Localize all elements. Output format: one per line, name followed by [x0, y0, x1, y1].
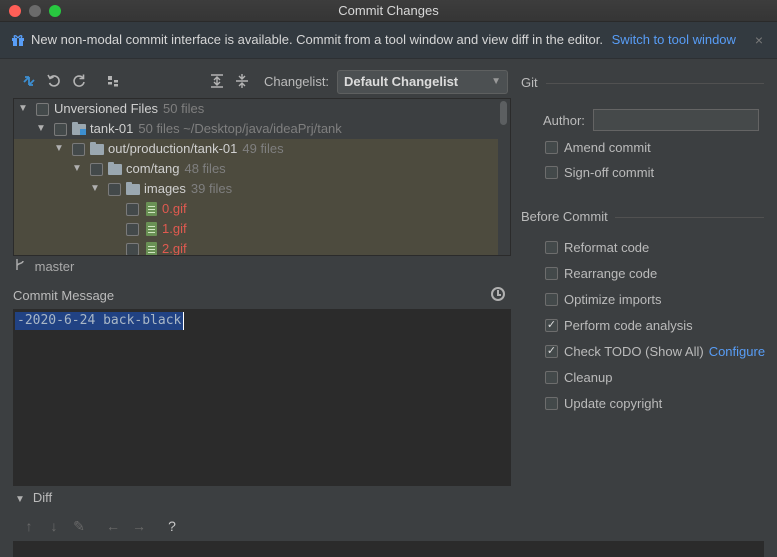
commit-message-input[interactable]: -2020-6-24 back-black: [13, 309, 511, 486]
tree-row-unversioned-files[interactable]: ▼ Unversioned Files 50 files: [14, 99, 498, 119]
expand-all-icon[interactable]: [208, 72, 226, 90]
commit-message-label: Commit Message: [13, 288, 115, 303]
cleanup-checkbox[interactable]: [545, 371, 558, 384]
amend-commit-checkbox[interactable]: [545, 141, 558, 154]
configure-link[interactable]: Configure: [709, 344, 765, 359]
update-copyright-checkbox[interactable]: [545, 397, 558, 410]
diff-label: Diff: [32, 490, 53, 505]
tree-row-file[interactable]: 2.gif: [14, 239, 498, 256]
tree-checkbox[interactable]: [126, 203, 139, 216]
tree-node-label: images 39 files: [144, 181, 233, 196]
tree-row-file[interactable]: 1.gif: [14, 219, 498, 239]
git-section-title: Git: [521, 75, 538, 90]
tree-node-label: out/production/tank-01 49 files: [108, 141, 284, 156]
arrow-up-icon[interactable]: ↑: [20, 518, 38, 534]
tree-node-label: tank-01 50 files ~/Desktop/java/ideaPrj/t…: [90, 121, 342, 136]
changelist-select[interactable]: Default Changelist ▼: [337, 70, 508, 94]
collapse-all-icon[interactable]: [233, 72, 251, 90]
tree-row-file[interactable]: 0.gif: [14, 199, 498, 219]
tree-node-label: 1.gif: [162, 221, 187, 236]
edit-icon[interactable]: ✎: [70, 518, 88, 535]
tree-row-out-production[interactable]: ▼ out/production/tank-01 49 files: [14, 139, 498, 159]
module-folder-icon: [72, 122, 86, 135]
check-todo-checkbox[interactable]: ✓: [545, 345, 558, 358]
rearrange-code-checkbox[interactable]: [545, 267, 558, 280]
close-icon[interactable]: ×: [755, 22, 763, 58]
tree-checkbox[interactable]: [72, 143, 85, 156]
tree-row-module[interactable]: ▼ tank-01 50 files ~/Desktop/java/ideaPrj…: [14, 119, 498, 139]
branch-icon: [16, 259, 24, 270]
commit-history-icon[interactable]: [491, 287, 505, 301]
folder-icon: [108, 162, 122, 175]
rollback-icon[interactable]: [45, 72, 63, 90]
tree-row-images[interactable]: ▼ images 39 files: [14, 179, 498, 199]
banner-message: New non-modal commit interface is availa…: [31, 32, 604, 47]
tree-node-label: 0.gif: [162, 201, 187, 216]
author-input[interactable]: [593, 109, 759, 131]
changes-toolbar: Changelist: Default Changelist ▼: [12, 68, 512, 96]
show-diff-icon[interactable]: [20, 72, 38, 90]
perform-code-analysis-checkbox[interactable]: ✓: [545, 319, 558, 332]
chevron-down-icon: ▼: [491, 76, 501, 87]
sign-off-commit-checkbox[interactable]: [545, 166, 558, 179]
tree-node-label: com/tang 48 files: [126, 161, 226, 176]
expand-triangle-icon[interactable]: ▼: [54, 139, 64, 159]
tree-checkbox[interactable]: [126, 243, 139, 255]
diff-section-header[interactable]: ▼ Diff: [15, 490, 52, 505]
close-window-button[interactable]: [9, 5, 21, 17]
section-divider: [615, 217, 764, 218]
reformat-code-checkbox[interactable]: [545, 241, 558, 254]
folder-icon: [90, 142, 104, 155]
branch-name: master: [34, 259, 75, 274]
notification-banner: New non-modal commit interface is availa…: [0, 22, 777, 59]
tree-checkbox[interactable]: [126, 223, 139, 236]
diff-viewer: [13, 541, 764, 557]
tree-node-label: 2.gif: [162, 241, 187, 256]
changes-tree: ▼ Unversioned Files 50 files ▼ tank-01 50 …: [13, 98, 511, 256]
commit-message-text: -2020-6-24 back-black: [15, 312, 185, 330]
before-commit-section-title: Before Commit: [521, 209, 608, 224]
refresh-icon[interactable]: [70, 72, 88, 90]
tree-checkbox[interactable]: [108, 183, 121, 196]
tree-row-com-tang[interactable]: ▼ com/tang 48 files: [14, 159, 498, 179]
arrow-down-icon[interactable]: ↓: [45, 518, 63, 534]
gif-file-icon: [146, 202, 157, 216]
folder-icon: [126, 182, 140, 195]
switch-to-tool-window-link[interactable]: Switch to tool window: [612, 32, 736, 47]
expand-triangle-icon[interactable]: ▼: [90, 179, 100, 199]
tree-checkbox[interactable]: [36, 103, 49, 116]
optimize-imports-checkbox[interactable]: [545, 293, 558, 306]
tree-scrollbar[interactable]: [500, 101, 507, 125]
collapse-triangle-icon[interactable]: ▼: [15, 494, 25, 505]
window-title: Commit Changes: [338, 3, 439, 18]
expand-triangle-icon[interactable]: ▼: [18, 99, 28, 119]
branch-indicator: master: [15, 258, 74, 274]
changelist-label: Changelist:: [264, 74, 330, 89]
gif-file-icon: [146, 222, 157, 236]
section-divider: [546, 83, 764, 84]
title-bar: Commit Changes: [0, 0, 777, 22]
group-by-icon[interactable]: [104, 72, 122, 90]
tree-checkbox[interactable]: [90, 163, 103, 176]
tree-node-label: Unversioned Files 50 files: [54, 101, 205, 116]
expand-triangle-icon[interactable]: ▼: [72, 159, 82, 179]
gift-icon: [12, 35, 24, 46]
arrow-left-icon[interactable]: ←: [104, 518, 122, 534]
author-label: Author:: [543, 113, 585, 128]
changelist-value: Default Changelist: [344, 74, 459, 89]
zoom-window-button[interactable]: [49, 5, 61, 17]
minimize-window-button[interactable]: [29, 5, 41, 17]
gif-file-icon: [146, 242, 157, 255]
tree-checkbox[interactable]: [54, 123, 67, 136]
help-icon[interactable]: ?: [163, 518, 181, 534]
expand-triangle-icon[interactable]: ▼: [36, 119, 46, 139]
arrow-right-icon[interactable]: →: [130, 518, 148, 534]
